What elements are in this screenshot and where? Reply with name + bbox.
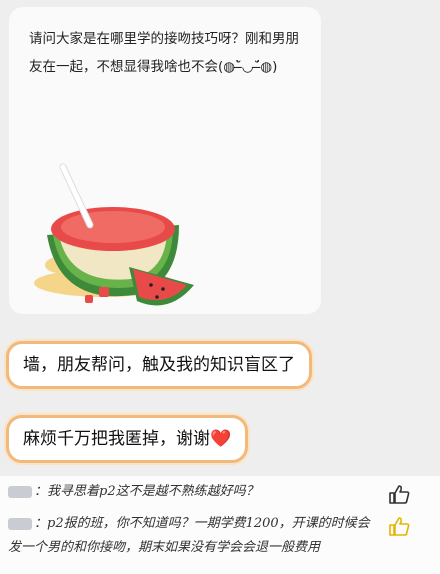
thumbs-up-icon[interactable] xyxy=(388,516,410,536)
thumbs-up-icon[interactable] xyxy=(388,484,410,504)
comment-item: ：我寻思着p2这不是越不熟练越好吗？ xyxy=(8,480,259,504)
message-text: 麻烦千万把我匿掉，谢谢 xyxy=(23,429,210,449)
heart-icon: ❤️ xyxy=(210,429,232,449)
redacted-username xyxy=(8,485,32,498)
comment-text: ：p2报的班，你不知道吗？一期学费1200，开课的时候会发一个男的和你接吻，期末… xyxy=(8,516,370,555)
comment-item: ：p2报的班，你不知道吗？一期学费1200，开课的时候会发一个男的和你接吻，期末… xyxy=(8,512,378,560)
message-bubble: 麻烦千万把我匿掉，谢谢❤️ xyxy=(6,415,249,463)
post-card: 请问大家是在哪里学的接吻技巧呀？刚和男朋友在一起，不想显得我啥也不会(◍˘̶̀◡… xyxy=(9,7,321,314)
comment-list: ：我寻思着p2这不是越不熟练越好吗？ ：p2报的班，你不知道吗？一期学费1200… xyxy=(0,476,440,574)
message-bubble: 墙，朋友帮问，触及我的知识盲区了 xyxy=(6,341,312,389)
post-question: 请问大家是在哪里学的接吻技巧呀？刚和男朋友在一起，不想显得我啥也不会(◍˘̶̀◡… xyxy=(29,31,299,75)
message-text: 墙，朋友帮问，触及我的知识盲区了 xyxy=(23,355,295,375)
redacted-username xyxy=(8,517,32,530)
comment-text: ：我寻思着p2这不是越不熟练越好吗？ xyxy=(34,484,259,499)
watermelon-icon xyxy=(34,163,194,306)
